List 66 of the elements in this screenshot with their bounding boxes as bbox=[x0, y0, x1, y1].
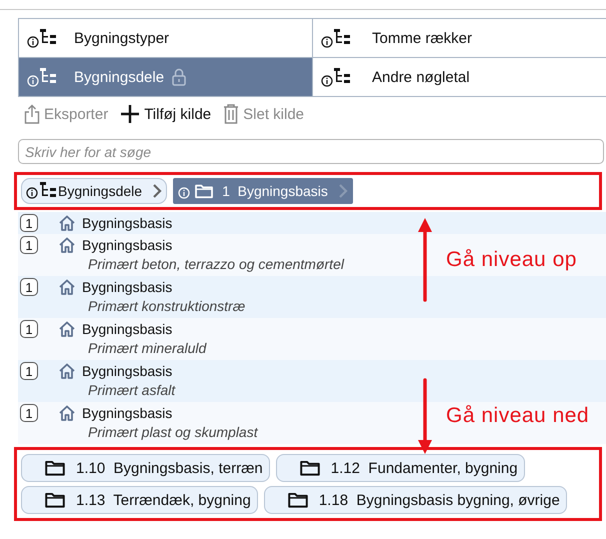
subfolder-button[interactable]: 1.10 Bygningsbasis, terræn bbox=[21, 454, 270, 482]
count-badge: 1 bbox=[20, 320, 38, 338]
list-row[interactable]: 1 Bygningsbasis Primært asfalt bbox=[18, 360, 606, 402]
lock-icon bbox=[172, 68, 186, 86]
list-row[interactable]: 1 Bygningsbasis Primært mineraluld bbox=[18, 318, 606, 360]
tab[interactable]: Bygningsdele bbox=[18, 57, 313, 97]
count-badge: 1 bbox=[20, 362, 38, 380]
item-subtitle: Primært konstruktionstræ bbox=[87, 297, 246, 316]
info-icon bbox=[321, 36, 333, 48]
info-icon bbox=[321, 75, 333, 87]
folder-icon bbox=[194, 183, 214, 199]
breadcrumb-item[interactable]: Bygningsdele bbox=[21, 178, 168, 204]
folder-icon bbox=[298, 459, 321, 477]
house-icon bbox=[58, 320, 76, 338]
tab-label: Bygningsdele bbox=[74, 68, 164, 86]
count-badge: 1 bbox=[20, 404, 38, 422]
house-icon bbox=[58, 214, 76, 232]
info-icon bbox=[178, 187, 190, 199]
house-icon bbox=[58, 362, 76, 380]
item-title: Bygningsbasis bbox=[82, 278, 172, 296]
tab-label: Andre nøgletal bbox=[372, 68, 470, 86]
list-row[interactable]: 1 Bygningsbasis Primært konstruktionstræ bbox=[18, 276, 606, 318]
info-icon bbox=[26, 187, 38, 199]
tab-label: Bygningstyper bbox=[74, 30, 170, 46]
chevron-icon bbox=[338, 183, 348, 199]
breadcrumb-item[interactable]: 1 Bygningsbasis bbox=[173, 178, 353, 204]
item-subtitle: Primært beton, terrazzo og cementmørtel bbox=[87, 255, 344, 274]
count-badge: 1 bbox=[20, 214, 38, 232]
count-badge: 1 bbox=[20, 278, 38, 296]
house-icon bbox=[58, 236, 76, 254]
up-arrow-icon bbox=[418, 218, 432, 302]
item-subtitle: Primært asfalt bbox=[87, 381, 176, 400]
tree-icon bbox=[334, 29, 350, 47]
folder-icon bbox=[286, 491, 309, 509]
item-title: Bygningsbasis bbox=[82, 320, 172, 338]
info-icon bbox=[27, 36, 39, 48]
chevron-icon bbox=[152, 183, 162, 199]
tree-icon bbox=[40, 68, 56, 86]
folder-icon bbox=[44, 491, 66, 509]
count-badge: 1 bbox=[20, 236, 38, 254]
plus-icon bbox=[120, 104, 140, 124]
house-icon bbox=[58, 404, 76, 422]
item-title: Bygningsbasis bbox=[82, 404, 172, 422]
tree-icon bbox=[40, 182, 56, 200]
annotation-text: Gå niveau ned bbox=[446, 404, 590, 428]
share-icon bbox=[24, 104, 40, 124]
subfolder-button[interactable]: 1.18 Bygningsbasis bygning, øvrige bbox=[264, 486, 567, 514]
item-title: Bygningsbasis bbox=[82, 362, 172, 380]
trash-icon bbox=[223, 104, 240, 124]
search-field[interactable]: Skriv her for at søge bbox=[18, 139, 604, 164]
tree-icon bbox=[40, 29, 56, 47]
folder-icon bbox=[44, 459, 66, 477]
info-icon bbox=[27, 75, 39, 87]
subfolder-button[interactable]: 1.13 Terrændæk, bygning bbox=[21, 486, 258, 514]
house-icon bbox=[58, 278, 76, 296]
item-title: Bygningsbasis bbox=[82, 236, 172, 254]
tab-label: Tomme rækker bbox=[372, 30, 472, 46]
tree-icon bbox=[334, 68, 350, 86]
toolbar-button[interactable]: Tilføj kilde bbox=[120, 104, 212, 124]
annotation-text: Gå niveau op bbox=[446, 248, 577, 272]
list-row[interactable]: 1 Bygningsbasis bbox=[18, 212, 606, 234]
item-subtitle: Primært mineraluld bbox=[87, 339, 206, 358]
tab[interactable]: Bygningstyper bbox=[18, 18, 313, 58]
subfolder-button[interactable]: 1.12 Fundamenter, bygning bbox=[276, 454, 525, 482]
item-title: Bygningsbasis bbox=[82, 214, 172, 232]
item-subtitle: Primært plast og skumplast bbox=[87, 423, 258, 442]
